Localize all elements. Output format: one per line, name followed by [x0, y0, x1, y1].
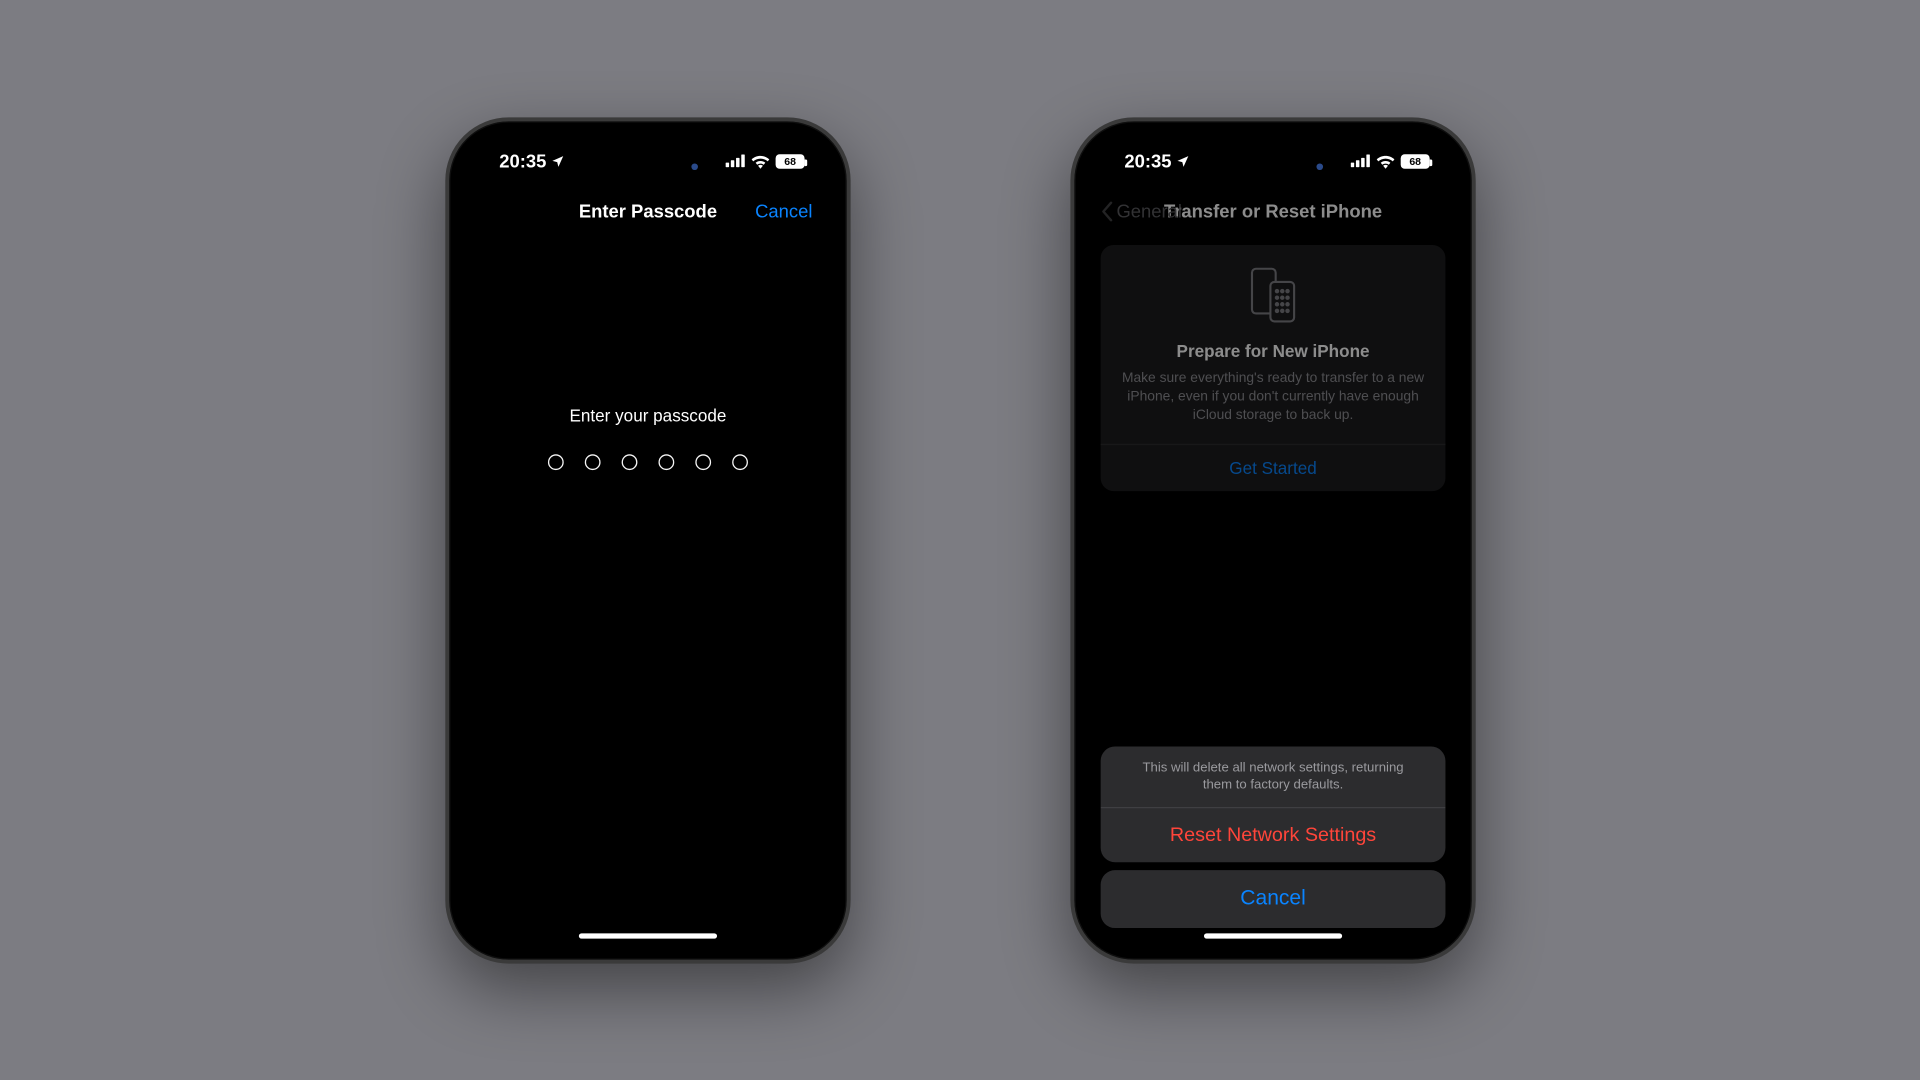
wifi-icon: [750, 153, 770, 167]
reset-network-settings-button[interactable]: Reset Network Settings: [1100, 806, 1445, 861]
cancel-button[interactable]: Cancel: [755, 200, 812, 221]
status-time: 20:35: [499, 150, 546, 171]
passcode-block: Enter your passcode: [462, 405, 833, 469]
status-right: 68: [1350, 153, 1429, 167]
back-label: General: [1116, 200, 1182, 221]
cellular-icon: [725, 154, 745, 167]
iphone-right: 20:35 68 Gene: [1070, 117, 1475, 963]
passcode-prompt: Enter your passcode: [569, 405, 726, 425]
back-button[interactable]: General: [1100, 200, 1181, 221]
cellular-icon: [1350, 154, 1370, 167]
camera-indicator-dot: [691, 162, 698, 169]
status-right: 68: [725, 153, 804, 167]
passcode-dot: [621, 454, 637, 470]
wifi-icon: [1375, 153, 1395, 167]
camera-indicator-dot: [1316, 162, 1323, 169]
passcode-content: Enter your passcode: [462, 234, 833, 946]
card-description: Make sure everything's ready to transfer…: [1116, 368, 1429, 424]
status-left: 20:35: [1124, 150, 1190, 171]
screen-right: 20:35 68 Gene: [1087, 134, 1458, 946]
action-sheet-cancel-button[interactable]: Cancel: [1100, 870, 1445, 928]
battery-icon: 68: [775, 153, 804, 167]
nav-bar-reset: General Transfer or Reset iPhone: [1087, 187, 1458, 234]
screen-left: 20:35 68 Enter Passcode Can: [462, 134, 833, 946]
status-left: 20:35: [499, 150, 565, 171]
home-indicator[interactable]: [578, 933, 716, 938]
nav-title: Transfer or Reset iPhone: [1164, 200, 1382, 221]
action-sheet-group: This will delete all network settings, r…: [1100, 746, 1445, 862]
battery-level: 68: [784, 154, 796, 166]
chevron-left-icon: [1100, 200, 1113, 220]
passcode-dots[interactable]: [547, 454, 747, 470]
get-started-button[interactable]: Get Started: [1100, 443, 1445, 490]
reset-content: Prepare for New iPhone Make sure everyth…: [1087, 234, 1458, 946]
dynamic-island: [1209, 147, 1335, 184]
card-title: Prepare for New iPhone: [1176, 341, 1369, 361]
battery-icon: 68: [1400, 153, 1429, 167]
location-icon: [550, 153, 564, 167]
action-sheet-message: This will delete all network settings, r…: [1100, 746, 1445, 807]
passcode-dot: [584, 454, 600, 470]
transfer-devices-icon: [1248, 266, 1298, 330]
home-indicator[interactable]: [1203, 933, 1341, 938]
dynamic-island: [584, 147, 710, 184]
passcode-dot: [658, 454, 674, 470]
prepare-card: Prepare for New iPhone Make sure everyth…: [1100, 245, 1445, 490]
nav-title: Enter Passcode: [578, 200, 716, 221]
iphone-left: 20:35 68 Enter Passcode Can: [445, 117, 850, 963]
location-icon: [1175, 153, 1189, 167]
passcode-dot: [732, 454, 748, 470]
status-time: 20:35: [1124, 150, 1171, 171]
action-sheet: This will delete all network settings, r…: [1100, 746, 1445, 928]
passcode-dot: [695, 454, 711, 470]
nav-bar-passcode: Enter Passcode Cancel: [462, 187, 833, 234]
battery-level: 68: [1409, 154, 1421, 166]
passcode-dot: [547, 454, 563, 470]
